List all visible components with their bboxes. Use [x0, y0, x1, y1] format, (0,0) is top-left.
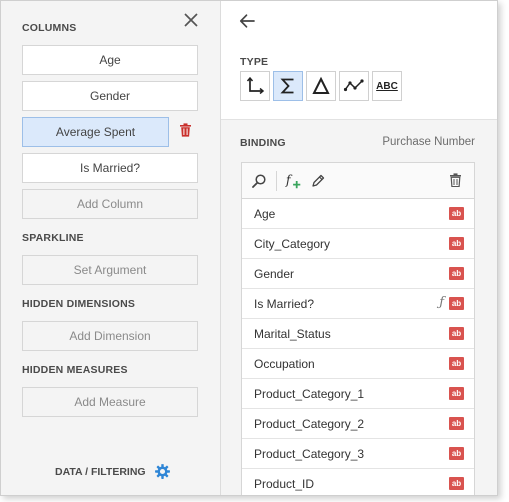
field-name: Is Married? — [254, 296, 315, 311]
add-measure-button[interactable]: Add Measure — [22, 387, 198, 417]
field-list-toolbar: f — [242, 163, 474, 199]
close-icon[interactable] — [183, 12, 199, 28]
field-name: Occupation — [254, 356, 315, 371]
column-label: Is Married? — [79, 161, 141, 175]
data-filtering-label: DATA / FILTERING — [55, 465, 146, 478]
field-item-product-category-3[interactable]: Product_Category_3 ab — [242, 439, 474, 469]
search-button[interactable] — [250, 172, 268, 190]
field-name: Product_Category_1 — [254, 386, 365, 401]
type-text-button[interactable]: ABC — [372, 71, 402, 101]
column-item-average-spent[interactable]: Average Spent — [22, 117, 169, 147]
field-name: Gender — [254, 266, 295, 281]
field-item-city-category[interactable]: City_Category ab — [242, 229, 474, 259]
type-measure-button[interactable] — [273, 71, 303, 101]
field-name: Product_Category_3 — [254, 446, 365, 461]
add-dimension-label: Add Dimension — [69, 329, 151, 343]
field-item-product-id[interactable]: Product_ID ab — [242, 469, 474, 495]
string-type-badge: ab — [449, 357, 464, 370]
add-function-icon: f — [285, 172, 301, 188]
field-list: f Age ab City_Category ab Gender ab Is M… — [241, 162, 475, 495]
column-item-age[interactable]: Age — [22, 45, 198, 75]
field-name: City_Category — [254, 236, 331, 251]
set-argument-button[interactable]: Set Argument — [22, 255, 198, 285]
toolbar-divider — [276, 170, 277, 191]
field-name: Product_ID — [254, 476, 315, 491]
column-label: Gender — [89, 89, 131, 103]
field-item-product-category-2[interactable]: Product_Category_2 ab — [242, 409, 474, 439]
type-dimension-button[interactable] — [240, 71, 270, 101]
string-type-badge: ab — [449, 297, 464, 310]
delete-trash-icon[interactable] — [179, 123, 192, 137]
field-item-gender[interactable]: Gender ab — [242, 259, 474, 289]
text-abc-icon: ABC — [376, 80, 398, 92]
type-sparkline-button[interactable] — [339, 71, 369, 101]
add-column-button[interactable]: Add Column — [22, 189, 198, 219]
delta-icon — [312, 76, 330, 94]
binding-section: BINDING Purchase Number f Age ab City_Ca… — [221, 119, 497, 495]
trash-icon — [449, 173, 461, 187]
add-column-label: Add Column — [76, 197, 144, 211]
binding-title: BINDING — [240, 137, 286, 149]
column-item-is-married[interactable]: Is Married? — [22, 153, 198, 183]
data-item-options-panel: COLUMNS Age Gender Average Spent Is Marr… — [0, 0, 498, 496]
back-arrow-icon[interactable] — [238, 12, 256, 30]
field-item-is-married[interactable]: Is Married? ƒ ab — [242, 289, 474, 319]
column-item-gender[interactable]: Gender — [22, 81, 198, 111]
column-label: Age — [99, 53, 121, 67]
field-item-occupation[interactable]: Occupation ab — [242, 349, 474, 379]
sigma-icon — [280, 78, 294, 94]
field-name: Product_Category_2 — [254, 416, 365, 431]
field-item-age[interactable]: Age ab — [242, 199, 474, 229]
type-selector: ABC — [240, 71, 402, 101]
data-filtering-link[interactable]: DATA / FILTERING — [55, 463, 171, 480]
string-type-badge: ab — [449, 477, 464, 490]
add-measure-label: Add Measure — [74, 395, 146, 409]
type-title: TYPE — [240, 56, 269, 68]
string-type-badge: ab — [449, 447, 464, 460]
type-delta-button[interactable] — [306, 71, 336, 101]
hidden-dimensions-title: HIDDEN DIMENSIONS — [22, 298, 136, 310]
svg-text:f: f — [285, 172, 293, 187]
string-type-badge: ab — [449, 207, 464, 220]
gear-icon[interactable] — [154, 463, 171, 480]
string-type-badge: ab — [449, 237, 464, 250]
binding-value: Purchase Number — [382, 136, 475, 148]
field-name: Marital_Status — [254, 326, 331, 341]
pencil-icon — [312, 174, 325, 187]
search-icon — [252, 173, 266, 188]
dimension-axes-icon — [246, 76, 265, 95]
field-item-product-category-1[interactable]: Product_Category_1 ab — [242, 379, 474, 409]
column-label: Average Spent — [55, 125, 136, 139]
columns-title: COLUMNS — [22, 22, 77, 34]
string-type-badge: ab — [449, 387, 464, 400]
right-panel: TYPE ABC BINDING Purchase Number f Age a… — [221, 1, 497, 495]
field-item-marital-status[interactable]: Marital_Status ab — [242, 319, 474, 349]
string-type-badge: ab — [449, 417, 464, 430]
set-argument-label: Set Argument — [73, 263, 147, 277]
left-panel: COLUMNS Age Gender Average Spent Is Marr… — [1, 1, 221, 495]
sparkline-title: SPARKLINE — [22, 232, 84, 244]
hidden-measures-title: HIDDEN MEASURES — [22, 364, 128, 376]
add-dimension-button[interactable]: Add Dimension — [22, 321, 198, 351]
sparkline-icon — [343, 79, 364, 92]
string-type-badge: ab — [449, 327, 464, 340]
add-calculated-field-button[interactable]: f — [285, 172, 303, 190]
delete-field-button[interactable] — [446, 171, 464, 189]
string-type-badge: ab — [449, 267, 464, 280]
field-name: Age — [254, 206, 276, 221]
calculated-field-icon: ƒ — [439, 295, 444, 310]
edit-field-button[interactable] — [309, 172, 327, 190]
